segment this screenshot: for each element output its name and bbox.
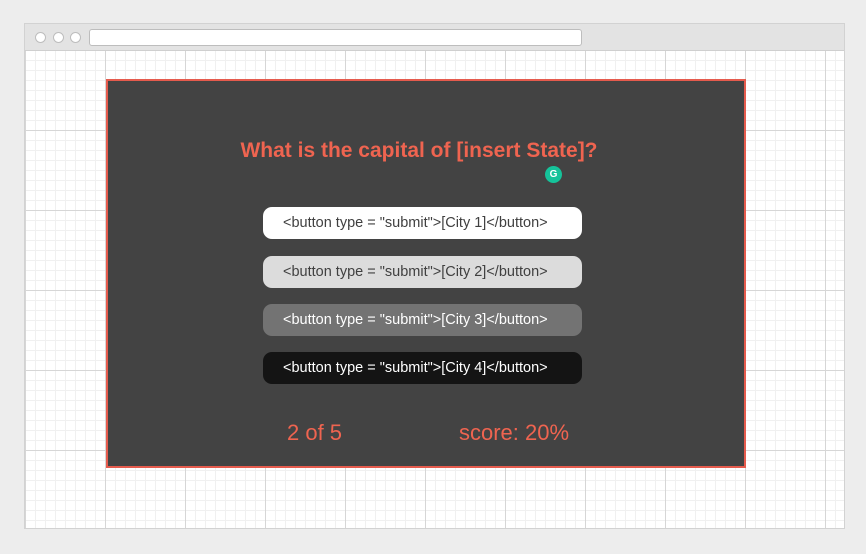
answer-button-3[interactable]: <button type = "submit">[City 3]</button… [263,304,582,336]
question-title: What is the capital of [insert State]? [240,139,598,162]
answer-button-1[interactable]: <button type = "submit">[City 1]</button… [263,207,582,239]
question-progress: 2 of 5 [287,420,343,445]
answer-button-2[interactable]: <button type = "submit">[City 2]</button… [263,256,582,288]
grammarly-icon[interactable]: G [545,166,562,183]
answer-button-4[interactable]: <button type = "submit">[City 4]</button… [263,352,582,384]
quiz-panel: What is the capital of [insert State]? G… [106,79,746,468]
window-close-dot[interactable] [35,32,46,43]
address-bar[interactable] [89,29,582,46]
window-minimize-dot[interactable] [53,32,64,43]
window-maximize-dot[interactable] [70,32,81,43]
score-display: score: 20% [459,420,570,445]
browser-titlebar [25,24,844,51]
